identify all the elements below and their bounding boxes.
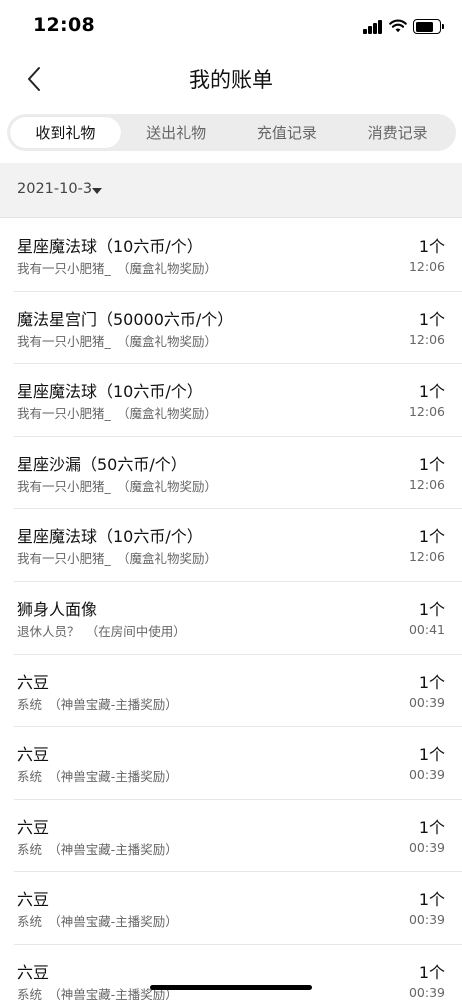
- list-item[interactable]: 六豆 系统 （神兽宝藏-主播奖励） 1个 00:39: [14, 800, 462, 873]
- gift-source: 系统 （神兽宝藏-主播奖励）: [17, 696, 178, 712]
- date-filter-dropdown[interactable]: 2021-10-3: [17, 181, 92, 197]
- gift-title: 魔法星宫门（50000六币/个）: [17, 309, 234, 329]
- wifi-icon: [389, 19, 407, 33]
- date-filter-bar: 2021-10-3: [0, 163, 462, 218]
- list-item[interactable]: 星座魔法球（10六币/个） 我有一只小肥猪_ （魔盒礼物奖励） 1个 12:06: [14, 219, 462, 292]
- gift-title: 六豆: [17, 817, 50, 837]
- status-bar: 12:08: [0, 0, 462, 50]
- gift-time: 12:06: [408, 476, 445, 492]
- gift-title: 狮身人面像: [17, 599, 98, 619]
- gift-title: 六豆: [17, 890, 50, 910]
- home-indicator[interactable]: [150, 985, 312, 990]
- gift-count: 1个: [418, 745, 445, 765]
- tab-consumption-records[interactable]: 消费记录: [342, 117, 453, 148]
- gift-time: 00:41: [408, 621, 445, 637]
- tab-received-gifts[interactable]: 收到礼物: [10, 117, 121, 148]
- list-item[interactable]: 魔法星宫门（50000六币/个） 我有一只小肥猪_ （魔盒礼物奖励） 1个 12…: [14, 292, 462, 365]
- gift-source: 我有一只小肥猪_ （魔盒礼物奖励）: [17, 551, 218, 567]
- gift-count: 1个: [418, 382, 445, 402]
- gift-source: 我有一只小肥猪_ （魔盒礼物奖励）: [17, 261, 218, 276]
- gift-count: 1个: [418, 527, 445, 547]
- tab-recharge-records[interactable]: 充值记录: [232, 117, 343, 148]
- list-item[interactable]: 六豆 系统 （神兽宝藏-主播奖励） 1个 00:39: [14, 945, 462, 1000]
- tab-sent-gifts[interactable]: 送出礼物: [121, 117, 232, 148]
- gift-title: 星座魔法球（10六币/个）: [17, 382, 203, 402]
- battery-icon: [413, 19, 444, 34]
- caret-down-icon[interactable]: [92, 188, 102, 194]
- gift-title: 六豆: [17, 962, 50, 982]
- tab-bar: 收到礼物 送出礼物 充值记录 消费记录: [7, 114, 456, 151]
- list-item[interactable]: 星座魔法球（10六币/个） 我有一只小肥猪_ （魔盒礼物奖励） 1个 12:06: [14, 364, 462, 437]
- gift-source: 我有一只小肥猪_ （魔盒礼物奖励）: [17, 406, 218, 422]
- page-title: 我的账单: [189, 68, 273, 92]
- gift-count: 1个: [418, 454, 445, 474]
- gift-source: 我有一只小肥猪_ （魔盒礼物奖励）: [17, 478, 218, 494]
- list-item[interactable]: 六豆 系统 （神兽宝藏-主播奖励） 1个 00:39: [14, 727, 462, 800]
- gift-time: 00:39: [408, 984, 445, 1000]
- gift-title: 六豆: [17, 745, 50, 765]
- gift-time: 00:39: [408, 839, 445, 855]
- records-list: 星座魔法球（10六币/个） 我有一只小肥猪_ （魔盒礼物奖励） 1个 12:06…: [0, 219, 462, 1000]
- list-item[interactable]: 六豆 系统 （神兽宝藏-主播奖励） 1个 00:39: [14, 872, 462, 945]
- nav-header: 我的账单: [0, 50, 462, 108]
- gift-time: 00:39: [408, 694, 445, 710]
- gift-title: 星座沙漏（50六币/个）: [17, 454, 187, 474]
- gift-source: 我有一只小肥猪_ （魔盒礼物奖励）: [17, 333, 218, 349]
- gift-time: 12:06: [408, 331, 445, 347]
- list-item[interactable]: 六豆 系统 （神兽宝藏-主播奖励） 1个 00:39: [14, 655, 462, 728]
- gift-time: 12:06: [408, 259, 445, 274]
- gift-count: 1个: [418, 309, 445, 329]
- gift-time: 12:06: [408, 404, 445, 420]
- list-item[interactable]: 星座魔法球（10六币/个） 我有一只小肥猪_ （魔盒礼物奖励） 1个 12:06: [14, 509, 462, 582]
- gift-count: 1个: [418, 890, 445, 910]
- gift-count: 1个: [418, 817, 445, 837]
- gift-title: 星座魔法球（10六币/个）: [17, 237, 203, 256]
- gift-time: 00:39: [408, 767, 445, 783]
- gift-count: 1个: [418, 672, 445, 692]
- cellular-signal-icon: [363, 20, 383, 34]
- gift-source: 系统 （神兽宝藏-主播奖励）: [17, 769, 178, 785]
- gift-count: 1个: [418, 599, 445, 619]
- gift-time: 12:06: [408, 549, 445, 565]
- gift-title: 星座魔法球（10六币/个）: [17, 527, 203, 547]
- gift-count: 1个: [418, 237, 445, 256]
- gift-source: 系统 （神兽宝藏-主播奖励）: [17, 914, 178, 930]
- list-item[interactable]: 星座沙漏（50六币/个） 我有一只小肥猪_ （魔盒礼物奖励） 1个 12:06: [14, 437, 462, 510]
- gift-title: 六豆: [17, 672, 50, 692]
- list-item[interactable]: 狮身人面像 退休人员？ （在房间中使用） 1个 00:41: [14, 582, 462, 655]
- status-time: 12:08: [33, 14, 95, 36]
- gift-time: 00:39: [408, 912, 445, 928]
- gift-count: 1个: [418, 962, 445, 982]
- gift-source: 系统 （神兽宝藏-主播奖励）: [17, 841, 178, 857]
- gift-source: 退休人员？ （在房间中使用）: [17, 623, 186, 639]
